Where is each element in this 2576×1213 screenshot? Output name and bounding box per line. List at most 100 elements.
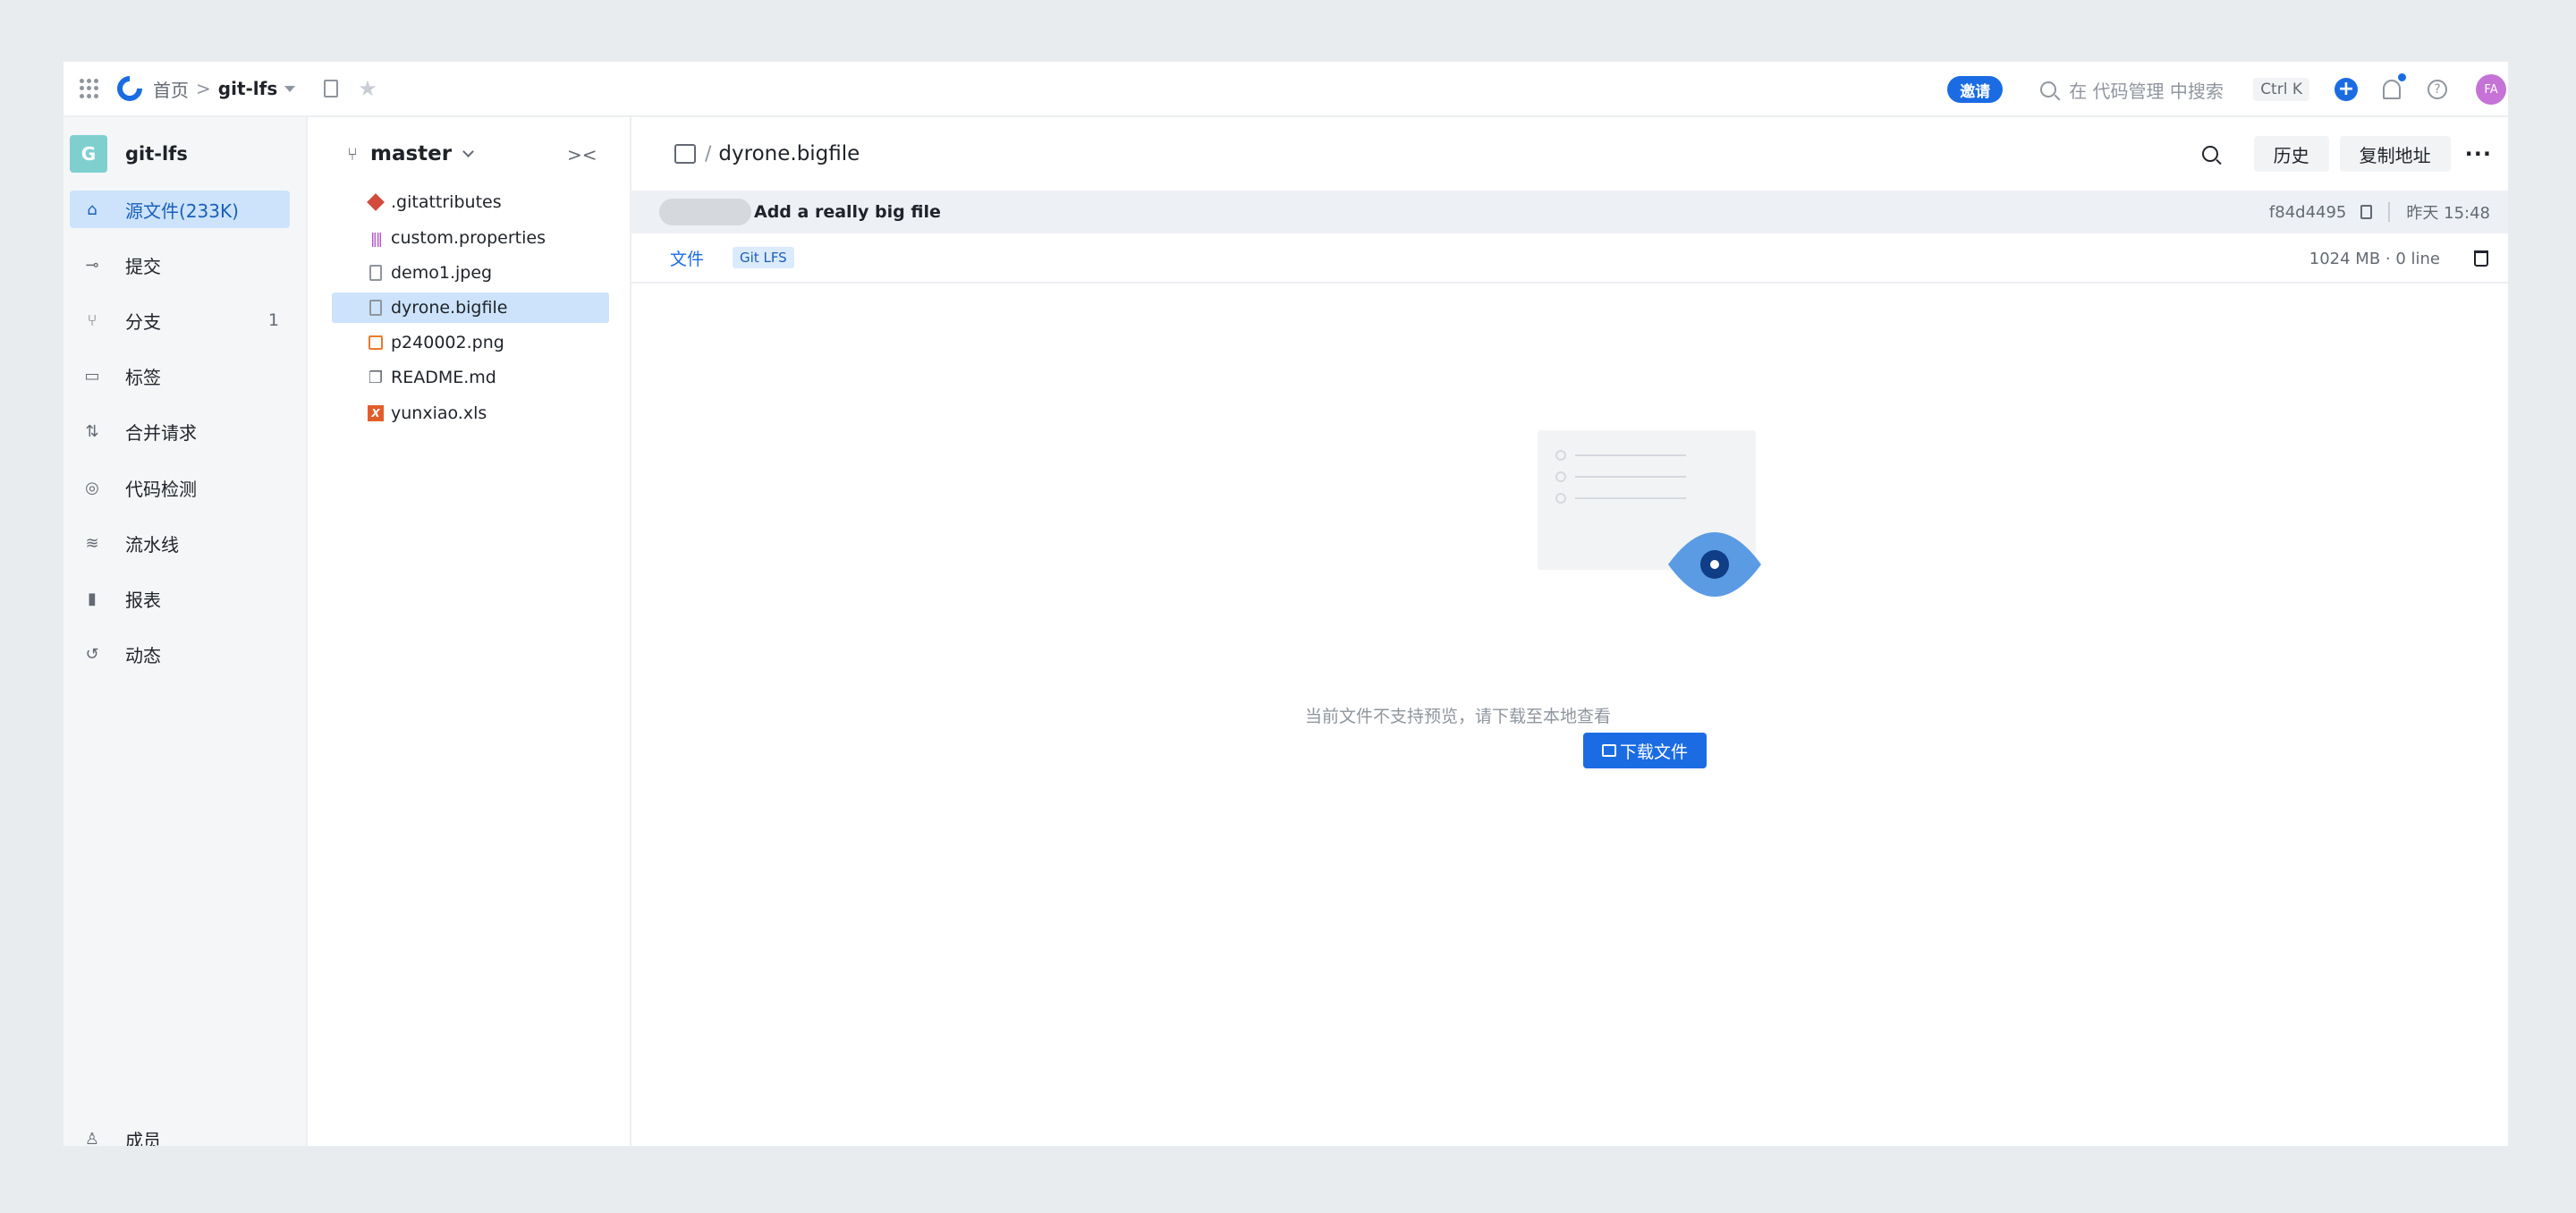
notification-bell-icon[interactable]	[2383, 73, 2406, 99]
file-tab-bar: 文件 Git LFS 1024 MB · 0 line	[631, 233, 2508, 284]
user-avatar[interactable]: FA	[2476, 74, 2506, 105]
properties-file-icon: ‖‖	[370, 229, 383, 247]
collapse-tree-icon[interactable]: ><	[567, 144, 597, 165]
star-icon[interactable]: ★	[358, 76, 377, 101]
file-tree: ⑂ master >< .gitattributes ‖‖ custom.pro…	[308, 117, 631, 1146]
left-navigation: G git-lfs ⌂ 源文件(233K) ⊸ 提交 ⑂ 分支 1 ▭ 标签 ⇅…	[64, 117, 308, 1146]
nav-item-label: 合并请求	[125, 421, 197, 444]
nav-item-tags[interactable]: ▭ 标签	[70, 357, 290, 394]
tree-file-label: .gitattributes	[391, 192, 502, 212]
commit-time: 昨天 15:48	[2406, 204, 2490, 223]
create-plus-icon[interactable]: +	[2334, 78, 2358, 101]
tree-file-demo1[interactable]: demo1.jpeg	[332, 258, 609, 288]
invite-button[interactable]: 邀请	[1947, 76, 2004, 103]
nav-item-label: 动态	[125, 644, 161, 666]
branch-icon: ⑂	[87, 310, 97, 330]
branch-icon: ⑂	[347, 143, 358, 165]
branch-name: master	[370, 142, 453, 165]
search-shortcut: Ctrl K	[2253, 78, 2309, 101]
image-file-icon	[368, 334, 384, 352]
tree-file-dyrone[interactable]: dyrone.bigfile	[332, 293, 609, 323]
yunxiao-logo-icon[interactable]	[112, 71, 148, 106]
excel-file-icon: X	[368, 404, 384, 422]
book-icon: ❐	[368, 368, 384, 387]
path-separator: /	[705, 142, 712, 165]
tag-icon: ▭	[84, 366, 100, 386]
tree-file-label: README.md	[391, 368, 496, 387]
nav-item-code-scan[interactable]: ◎ 代码检测	[70, 469, 290, 506]
tree-file-label: custom.properties	[391, 228, 546, 248]
tree-file-label: p240002.png	[391, 333, 504, 352]
more-options-icon[interactable]: ···	[2465, 141, 2492, 166]
tree-file-png[interactable]: p240002.png	[332, 327, 609, 358]
document-icon	[368, 299, 384, 317]
delete-trash-icon[interactable]	[2474, 250, 2488, 267]
download-icon	[1601, 744, 1616, 757]
notification-dot	[2398, 73, 2406, 81]
file-path-name: dyrone.bigfile	[718, 142, 860, 165]
repo-badge: G	[70, 135, 107, 173]
merge-request-icon: ⇅	[85, 421, 99, 441]
code-home-icon: ⌂	[87, 199, 97, 219]
nav-item-commits[interactable]: ⊸ 提交	[70, 246, 290, 284]
nav-item-activity[interactable]: ↺ 动态	[70, 635, 290, 673]
breadcrumb-repo[interactable]: git-lfs	[218, 78, 278, 99]
branch-selector[interactable]: ⑂ master	[347, 142, 474, 165]
nav-item-label: 报表	[125, 589, 161, 611]
nav-item-pipeline[interactable]: ≋ 流水线	[70, 524, 290, 562]
help-icon[interactable]: ?	[2428, 80, 2447, 99]
nav-item-label: 代码检测	[125, 478, 197, 500]
member-icon: ♙	[84, 1130, 100, 1146]
tree-file-label: yunxiao.xls	[391, 403, 487, 423]
tree-file-label: demo1.jpeg	[391, 263, 493, 283]
tab-file[interactable]: 文件	[670, 246, 704, 270]
nav-item-merge-requests[interactable]: ⇅ 合并请求	[70, 412, 290, 450]
repo-switch-caret-icon[interactable]	[284, 85, 296, 92]
download-button[interactable]: 下载文件	[1583, 733, 1707, 768]
path-bar: / dyrone.bigfile 历史 复制地址 ···	[631, 117, 2508, 191]
git-lfs-badge: Git LFS	[733, 247, 794, 268]
chevron-down-icon	[462, 145, 474, 157]
download-button-label: 下载文件	[1619, 742, 1688, 762]
copy-url-button[interactable]: 复制地址	[2339, 136, 2451, 172]
commit-author-avatar	[659, 199, 751, 225]
commit-message[interactable]: Add a really big file	[754, 202, 941, 222]
nav-item-label: 标签	[125, 366, 161, 388]
file-view: / dyrone.bigfile 历史 复制地址 ··· Add a reall…	[631, 117, 2508, 1146]
tree-file-readme[interactable]: ❐ README.md	[332, 362, 609, 393]
search-icon[interactable]	[2040, 81, 2057, 98]
nav-item-label: 提交	[125, 255, 161, 277]
breadcrumb-home[interactable]: 首页	[153, 76, 189, 102]
repo-name[interactable]: git-lfs	[125, 143, 188, 165]
tree-file-xls[interactable]: X yunxiao.xls	[332, 398, 609, 428]
repo-home-icon[interactable]	[674, 144, 696, 164]
nav-item-label: 成员	[125, 1130, 161, 1146]
nav-item-reports[interactable]: ▮ 报表	[70, 580, 290, 617]
no-preview-message: 当前文件不支持预览，请下载至本地查看	[1304, 707, 1611, 726]
branch-count: 1	[267, 310, 279, 330]
nav-item-members[interactable]: ♙ 成员	[70, 1126, 161, 1146]
app-window: 首页 > git-lfs ★ 邀请 在 代码管理 中搜索 Ctrl K + ? …	[64, 62, 2508, 1146]
history-button[interactable]: 历史	[2253, 136, 2329, 172]
nav-item-source[interactable]: ⌂ 源文件(233K)	[70, 191, 290, 228]
commit-sha[interactable]: f84d4495	[2269, 203, 2346, 222]
history-icon: ↺	[85, 644, 99, 664]
pipeline-icon: ≋	[85, 533, 99, 553]
file-meta: 1024 MB · 0 line	[2309, 249, 2440, 268]
last-commit-bar: Add a really big file f84d4495 昨天 15:48	[631, 191, 2508, 233]
nav-item-branches[interactable]: ⑂ 分支 1	[70, 301, 290, 339]
global-search-input[interactable]: 在 代码管理 中搜索	[2069, 77, 2244, 103]
git-file-icon	[367, 193, 385, 211]
divider	[2388, 202, 2391, 222]
app-grid-icon[interactable]	[80, 79, 99, 98]
bookmark-icon[interactable]	[324, 80, 339, 98]
copy-icon[interactable]	[2360, 205, 2373, 219]
nav-item-label: 流水线	[125, 533, 179, 556]
nav-item-label: 源文件(233K)	[125, 199, 239, 222]
breadcrumb-separator: >	[196, 78, 211, 99]
scan-icon: ◎	[85, 478, 99, 497]
chart-icon: ▮	[88, 589, 97, 608]
tree-file-properties[interactable]: ‖‖ custom.properties	[332, 223, 609, 253]
search-icon[interactable]	[2201, 146, 2218, 162]
tree-file-gitattributes[interactable]: .gitattributes	[332, 187, 609, 217]
